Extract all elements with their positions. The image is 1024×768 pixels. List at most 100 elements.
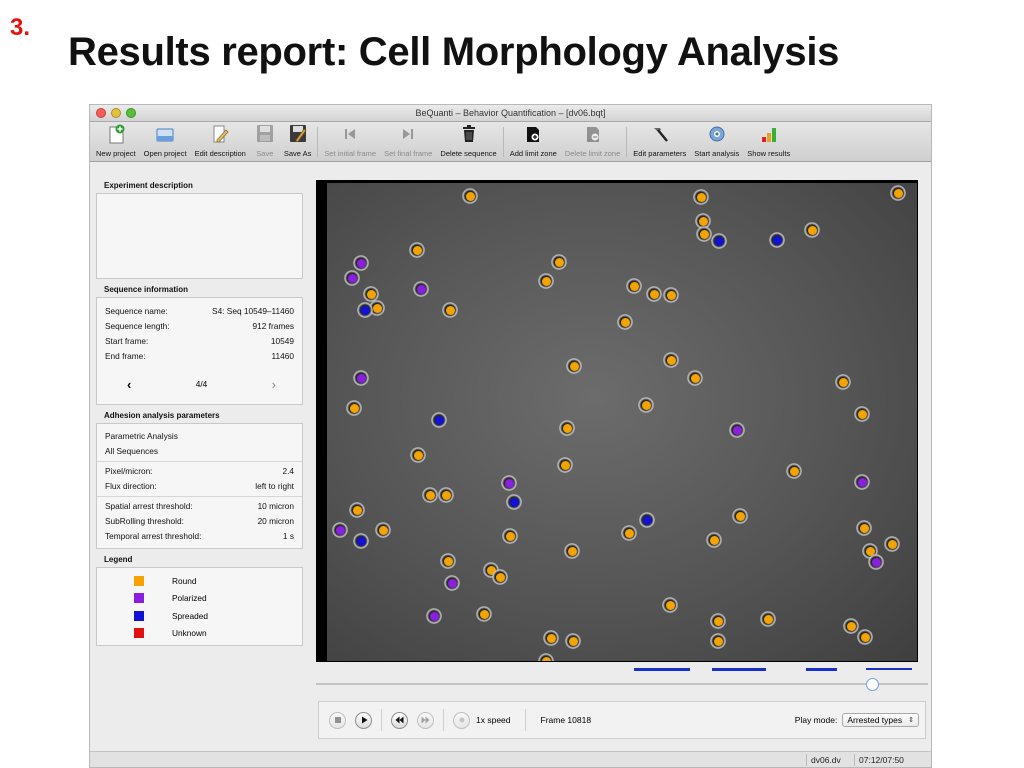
rewind-icon (395, 716, 404, 724)
cell-classification-dot (714, 236, 724, 246)
previous-sequence-button[interactable]: ‹ (127, 377, 131, 392)
video-viewer[interactable] (316, 180, 918, 662)
new-project-button[interactable]: New project (92, 121, 140, 161)
cell-marker (710, 613, 726, 629)
cell-marker (884, 536, 900, 552)
legend-item-polarized: Polarized (97, 590, 302, 608)
play-mode-select[interactable]: Arrested types ⇕ (842, 713, 919, 727)
play-mode-value: Arrested types (847, 715, 903, 725)
show-results-label: Show results (747, 149, 791, 158)
cell-classification-dot (447, 578, 457, 588)
cell-marker (835, 374, 851, 390)
start-analysis-button[interactable]: Start analysis (690, 121, 743, 161)
set-final-frame-button[interactable]: Set final frame (380, 121, 436, 161)
cell-marker (559, 420, 575, 436)
cell-marker (353, 255, 369, 271)
delete-limit-zone-button[interactable]: Delete limit zone (561, 121, 624, 161)
legend-swatch-polarized (134, 593, 144, 604)
sequence-pager: ‹ 4/4 › (97, 370, 302, 398)
zoom-window-button[interactable] (126, 108, 136, 118)
cell-classification-dot (479, 609, 489, 619)
sequence-length-value: 912 frames (252, 321, 294, 331)
cell-classification-dot (569, 361, 579, 371)
stop-button[interactable] (329, 711, 346, 729)
speed-knob[interactable] (453, 711, 470, 729)
next-sequence-button[interactable]: › (272, 377, 276, 392)
cell-classification-dot (763, 614, 773, 624)
cell-marker (696, 226, 712, 242)
analysis-mode: Parametric Analysis (105, 431, 178, 441)
minimize-window-button[interactable] (111, 108, 121, 118)
play-mode-group: Play mode: Arrested types ⇕ (795, 713, 919, 727)
sequence-name-label: Sequence name: (105, 306, 168, 316)
cell-classification-dot (871, 557, 881, 567)
cell-classification-dot (699, 229, 709, 239)
cell-classification-dot (562, 423, 572, 433)
app-window: BeQuanti – Behavior Quantification – [dv… (89, 104, 932, 768)
cell-marker (662, 597, 678, 613)
open-project-button[interactable]: Open project (140, 121, 191, 161)
cell-marker (856, 520, 872, 536)
set-initial-frame-button[interactable]: Set initial frame (320, 121, 380, 161)
sequence-name-row: Sequence name: S4: Seq 10549–11460 (97, 304, 302, 319)
cell-marker (426, 608, 442, 624)
window-title: BeQuanti – Behavior Quantification – [dv… (415, 108, 606, 118)
edit-parameters-button[interactable]: Edit parameters (629, 121, 690, 161)
delete-sequence-button[interactable]: Delete sequence (436, 121, 500, 161)
cell-marker (538, 273, 554, 289)
start-frame-label: Start frame: (105, 336, 149, 346)
cell-marker (565, 633, 581, 649)
cell-classification-dot (666, 290, 676, 300)
flux-direction-label: Flux direction: (105, 481, 157, 491)
sequence-section-title: Sequence information (104, 285, 189, 294)
cell-classification-dot (857, 477, 867, 487)
save-as-button[interactable]: Save As (280, 121, 316, 161)
cell-classification-dot (735, 511, 745, 521)
cell-marker (357, 302, 373, 318)
cell-classification-dot (713, 616, 723, 626)
edit-description-button[interactable]: Edit description (191, 121, 250, 161)
play-button[interactable] (355, 711, 372, 729)
slide-number: 3. (10, 14, 31, 41)
rewind-button[interactable] (391, 711, 408, 729)
analysis-scope: All Sequences (105, 446, 159, 456)
cell-classification-dot (429, 611, 439, 621)
stop-icon (334, 717, 341, 723)
cell-classification-dot (509, 497, 519, 507)
add-limit-zone-button[interactable]: Add limit zone (506, 121, 561, 161)
open-project-label: Open project (143, 149, 187, 158)
save-button[interactable]: Save (250, 121, 280, 161)
fast-forward-button[interactable] (417, 711, 434, 729)
cell-marker (710, 633, 726, 649)
cell-marker (502, 528, 518, 544)
cell-classification-dot (412, 245, 422, 255)
temporal-threshold-row: Temporal arrest threshold: 1 s (97, 529, 302, 544)
cell-classification-dot (378, 525, 388, 535)
sequence-length-row: Sequence length: 912 frames (97, 319, 302, 334)
timeline-slider[interactable] (316, 678, 928, 691)
window-titlebar: BeQuanti – Behavior Quantification – [dv… (90, 105, 931, 122)
edit-description-label: Edit description (194, 149, 246, 158)
set-final-frame-icon (397, 124, 419, 144)
show-results-button[interactable]: Show results (743, 121, 794, 161)
start-frame-row: Start frame: 10549 (97, 334, 302, 349)
spatial-threshold-label: Spatial arrest threshold: (105, 501, 193, 511)
new-project-icon (105, 124, 127, 144)
legend-item-round: Round (97, 572, 302, 590)
cell-classification-dot (649, 289, 659, 299)
experiment-description-box[interactable] (96, 193, 303, 279)
cell-classification-dot (425, 490, 435, 500)
cell-marker (353, 370, 369, 386)
close-window-button[interactable] (96, 108, 106, 118)
cell-classification-dot (541, 656, 551, 661)
edit-parameters-label: Edit parameters (633, 149, 687, 158)
cell-marker (344, 270, 360, 286)
cell-marker (492, 569, 508, 585)
cell-marker (857, 629, 873, 645)
temporal-threshold-value: 1 s (282, 531, 294, 541)
play-icon (361, 716, 367, 724)
legend-swatch-spreaded (134, 610, 144, 621)
timeline-knob[interactable] (866, 678, 879, 691)
toolbar-separator (626, 127, 628, 157)
set-initial-frame-label: Set initial frame (324, 149, 377, 158)
